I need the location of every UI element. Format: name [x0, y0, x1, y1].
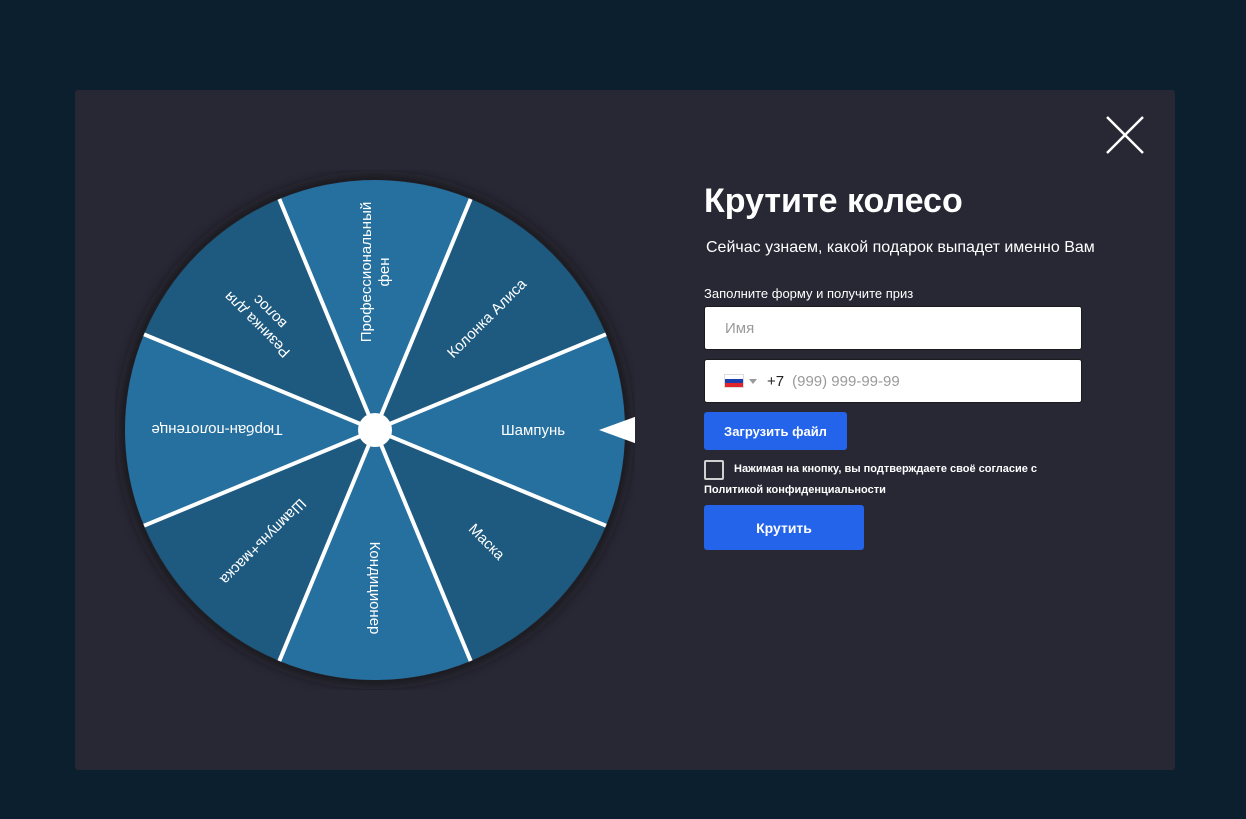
wheel-segment-label: Тюрбан-полотенце [151, 421, 282, 438]
chevron-down-icon[interactable] [749, 378, 757, 384]
page-subtitle: Сейчас узнаем, какой подарок выпадет име… [706, 239, 1095, 256]
close-button[interactable] [1105, 115, 1145, 155]
form-label: Заполните форму и получите приз [704, 286, 914, 301]
name-input[interactable] [704, 306, 1082, 350]
consent-text: Нажимая на кнопку, вы подтверждаете своё… [734, 463, 1038, 475]
prize-wheel-graphic: ШампуньМаскаКондиционерШампунь+маскаТюрб… [120, 175, 635, 685]
wheel-segment-label: Шампунь [501, 422, 565, 439]
russia-flag-icon[interactable] [725, 375, 743, 387]
privacy-policy-link[interactable]: Политикой конфиденциальности [704, 484, 886, 496]
wheel-segment-label: Кондиционер [366, 542, 383, 635]
phone-input[interactable] [790, 371, 1015, 391]
wheel-center-hub [358, 413, 392, 447]
phone-field[interactable]: +7 [704, 359, 1082, 403]
spin-button[interactable]: Крутить [704, 505, 864, 550]
close-icon [1106, 116, 1144, 154]
page-title: Крутите колесо [704, 182, 963, 220]
consent-checkbox[interactable] [704, 460, 724, 480]
spin-wheel-modal: Шампунь Маска Кондиционер Шампунь+маска Тюрб… [75, 90, 1175, 770]
prize-wheel[interactable]: Шампунь Маска Кондиционер Шампунь+маска Тюрб… [115, 170, 635, 690]
upload-file-button[interactable]: Загрузить файл [704, 412, 847, 450]
phone-country-code: +7 [767, 372, 785, 390]
